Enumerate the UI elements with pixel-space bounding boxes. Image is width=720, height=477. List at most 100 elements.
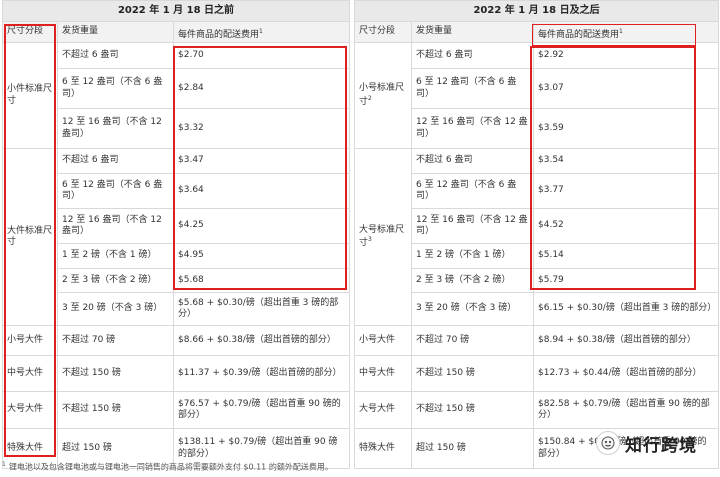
title-row: 2022 年 1 月 18 日之前 <box>1 0 351 22</box>
fee-cell: $82.58 + $0.79/磅（超出首重 90 磅的部分） <box>532 391 720 429</box>
weight-cell: 12 至 16 盎司（不含 12 盎司） <box>57 208 174 244</box>
fee-value: $2.70 <box>178 49 204 60</box>
size-tier-cell: 小号大件 <box>354 325 412 356</box>
weight-cell: 3 至 20 磅（不含 3 磅） <box>411 292 534 326</box>
fee-value: $3.47 <box>178 155 204 166</box>
table-row: 小号大件 不超过 70 磅 $8.66 + $0.38/磅（超出首磅的部分） <box>2 325 351 356</box>
fee-cell: $12.73 + $0.44/磅（超出首磅的部分） <box>532 355 720 392</box>
weight-cell: 2 至 3 磅（不含 2 磅） <box>411 268 534 293</box>
size-tier-cell: 小件标准尺寸 <box>2 42 58 149</box>
weight-value: 3 至 20 磅（不含 3 磅） <box>416 303 517 314</box>
column-header-weight: 发货重量 <box>411 21 534 43</box>
size-tier-cell: 大号标准尺寸3 <box>354 148 412 326</box>
column-header-tier: 尺寸分段 <box>354 21 412 43</box>
weight-cell: 超过 150 磅 <box>411 428 534 469</box>
size-tier-cell: 中号大件 <box>2 355 58 392</box>
weight-value: 不超过 150 磅 <box>416 404 475 415</box>
weight-cell: 不超过 150 磅 <box>411 355 534 392</box>
fee-value: $3.64 <box>178 185 204 196</box>
watermark-text: 知行跨境 <box>625 435 697 456</box>
weight-cell: 1 至 2 磅（不含 1 磅） <box>411 243 534 269</box>
fee-cell: $5.14 <box>532 243 720 269</box>
fee-cell: $2.70 <box>172 42 351 69</box>
weight-cell: 不超过 150 磅 <box>411 391 534 429</box>
table-title: 2022 年 1 月 18 日及之后 <box>353 0 720 22</box>
table-row: 中号大件 不超过 150 磅 $11.37 + $0.39/磅（超出首磅的部分） <box>2 355 351 392</box>
weight-value: 超过 150 磅 <box>62 442 112 453</box>
fee-cell: $8.94 + $0.38/磅（超出首磅的部分） <box>532 325 720 356</box>
fee-value: $2.92 <box>538 49 564 60</box>
table-title-text: 2022 年 1 月 18 日之前 <box>117 4 235 16</box>
size-tier-name: 小件标准尺寸 <box>7 84 53 106</box>
size-tier-name: 小号标准尺寸 <box>359 83 405 107</box>
fee-value: $4.52 <box>538 220 564 231</box>
fee-cell: $8.66 + $0.38/磅（超出首磅的部分） <box>172 325 351 356</box>
size-tier-cell: 特殊大件 <box>354 428 412 469</box>
fee-cell: $4.95 <box>172 243 351 269</box>
table-title: 2022 年 1 月 18 日之前 <box>1 0 351 22</box>
fee-value: $5.14 <box>538 250 564 261</box>
size-tier-name: 中号大件 <box>359 367 396 378</box>
fee-value: $2.84 <box>178 82 204 93</box>
footnote-mark: 1 <box>2 461 6 468</box>
weight-cell: 6 至 12 盎司（不含 6 盎司） <box>57 173 174 209</box>
weight-value: 12 至 16 盎司（不含 12 盎司） <box>416 117 528 139</box>
column-header-weight-text: 发货重量 <box>62 26 99 37</box>
fee-cell: $3.07 <box>532 68 720 109</box>
weight-value: 不超过 6 盎司 <box>416 155 473 166</box>
weight-cell: 不超过 70 磅 <box>57 325 174 356</box>
column-header-fee-text: 每件商品的配送费用 <box>178 29 260 40</box>
size-tier-name: 大号标准尺寸 <box>359 224 405 248</box>
fee-cell: $3.59 <box>532 108 720 149</box>
fee-cell: $4.25 <box>172 208 351 244</box>
fee-value: $76.57 + $0.79/磅（超出首重 90 磅的部分） <box>178 398 341 420</box>
fee-cell: $2.84 <box>172 68 351 109</box>
weight-value: 3 至 20 磅（不含 3 磅） <box>62 303 163 314</box>
weight-value: 不超过 6 盎司 <box>416 49 473 60</box>
fee-cell: $5.68 + $0.30/磅（超出首重 3 磅的部分） <box>172 292 351 326</box>
table-row: 小号大件 不超过 70 磅 $8.94 + $0.38/磅（超出首磅的部分） <box>354 325 720 356</box>
fee-value: $5.68 <box>178 274 204 285</box>
column-header-fee-footnote: 1 <box>619 27 623 35</box>
fee-cell: $2.92 <box>532 42 720 69</box>
size-tier-footnote: 3 <box>368 236 372 243</box>
weight-cell: 不超过 6 盎司 <box>57 42 174 69</box>
fee-value: $3.32 <box>178 122 204 133</box>
fee-value: $12.73 + $0.44/磅（超出首磅的部分） <box>538 367 702 378</box>
fee-table-before: 2022 年 1 月 18 日之前 尺寸分段 发货重量 每件商品的配送费用1 小件标准尺… <box>1 0 351 469</box>
weight-value: 不超过 150 磅 <box>416 367 475 378</box>
fee-value: $138.11 + $0.79/磅（超出首重 90 磅的部分） <box>178 437 338 459</box>
table-row: 大号大件 不超过 150 磅 $76.57 + $0.79/磅（超出首重 90 磅的… <box>2 391 351 429</box>
weight-value: 不超过 150 磅 <box>62 367 121 378</box>
column-header-row: 尺寸分段 发货重量 每件商品的配送费用1 <box>2 21 351 43</box>
column-header-weight: 发货重量 <box>57 21 174 43</box>
fee-cell: $5.79 <box>532 268 720 293</box>
fee-cell: $76.57 + $0.79/磅（超出首重 90 磅的部分） <box>172 391 351 429</box>
fee-value: $4.25 <box>178 220 204 231</box>
weight-value: 不超过 150 磅 <box>62 404 121 415</box>
column-header-fee-footnote: 1 <box>259 27 263 35</box>
size-tier-name: 特殊大件 <box>359 442 396 453</box>
mascot-icon <box>596 431 620 455</box>
fee-cell: $3.32 <box>172 108 351 149</box>
size-tier-cell: 小号大件 <box>2 325 58 356</box>
column-header-weight-text: 发货重量 <box>416 26 453 37</box>
weight-value: 6 至 12 盎司（不含 6 盎司） <box>416 77 517 99</box>
fee-value: $6.15 + $0.30/磅（超出首重 3 磅的部分） <box>538 303 717 314</box>
fee-value: $82.58 + $0.79/磅（超出首重 90 磅的部分） <box>538 398 710 420</box>
watermark: 知行跨境 <box>596 428 718 458</box>
fee-value: $8.66 + $0.38/磅（超出首磅的部分） <box>178 334 336 345</box>
weight-value: 6 至 12 盎司（不含 6 盎司） <box>416 179 517 201</box>
fee-value: $3.77 <box>538 185 564 196</box>
weight-cell: 不超过 6 盎司 <box>411 148 534 174</box>
fee-cell: $3.54 <box>532 148 720 174</box>
fee-value: $5.68 + $0.30/磅（超出首重 3 磅的部分） <box>178 297 339 319</box>
weight-cell: 2 至 3 磅（不含 2 磅） <box>57 268 174 293</box>
weight-cell: 不超过 150 磅 <box>57 391 174 429</box>
size-tier-cell: 大件标准尺寸 <box>2 148 58 326</box>
fee-value: $11.37 + $0.39/磅（超出首磅的部分） <box>178 367 342 378</box>
table-row: 大号标准尺寸3 不超过 6 盎司 $3.54 <box>354 148 720 326</box>
weight-value: 1 至 2 磅（不含 1 磅） <box>62 250 157 261</box>
weight-cell: 6 至 12 盎司（不含 6 盎司） <box>411 68 534 109</box>
fee-cell: $4.52 <box>532 208 720 244</box>
